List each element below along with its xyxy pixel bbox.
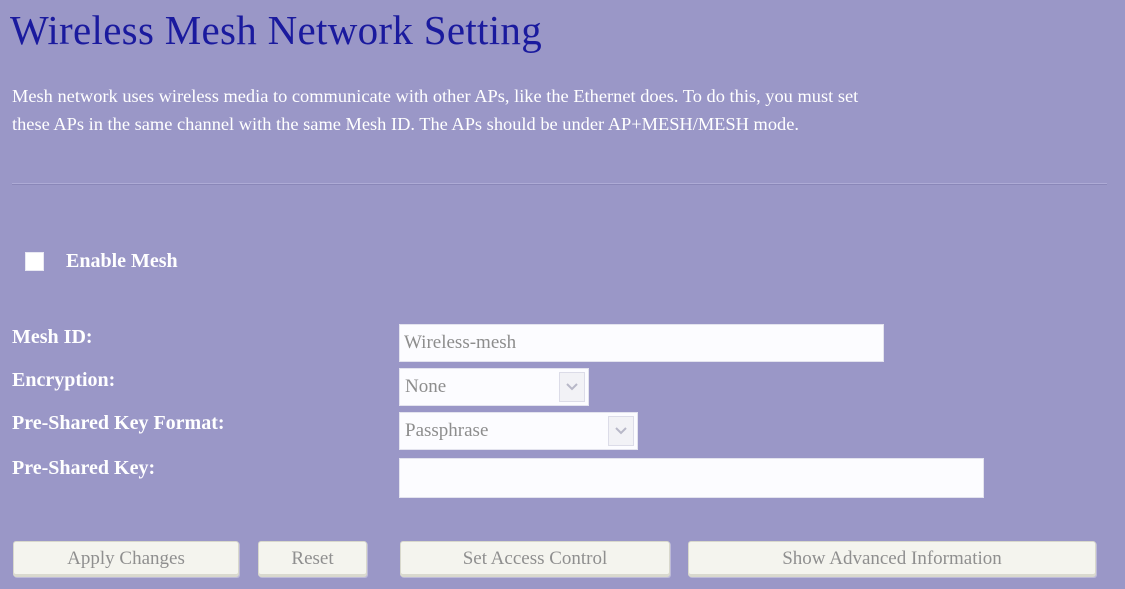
encryption-selected: None	[405, 376, 447, 397]
description-line-2: these APs in the same channel with the s…	[12, 114, 799, 134]
page-title: Wireless Mesh Network Setting	[10, 7, 542, 53]
enable-mesh-label: Enable Mesh	[66, 250, 178, 272]
enable-mesh-checkbox[interactable]	[25, 252, 44, 271]
mesh-id-label: Mesh ID:	[12, 326, 93, 348]
set-access-control-button[interactable]: Set Access Control	[400, 541, 670, 577]
psk-input[interactable]	[399, 458, 984, 498]
apply-changes-button[interactable]: Apply Changes	[13, 541, 239, 577]
reset-button[interactable]: Reset	[258, 541, 367, 577]
enable-mesh-row: Enable Mesh	[25, 250, 178, 273]
section-divider	[12, 183, 1107, 185]
page-description: Mesh network uses wireless media to comm…	[12, 82, 1122, 138]
encryption-select[interactable]: None	[399, 368, 589, 406]
chevron-down-icon[interactable]	[559, 372, 585, 402]
psk-format-selected: Passphrase	[405, 420, 489, 441]
psk-format-label: Pre-Shared Key Format:	[12, 412, 225, 434]
mesh-id-input[interactable]: Wireless-mesh	[399, 324, 884, 362]
mesh-id-value: Wireless-mesh	[404, 332, 517, 353]
chevron-down-icon[interactable]	[608, 416, 634, 446]
show-advanced-information-button[interactable]: Show Advanced Information	[688, 541, 1096, 577]
psk-label: Pre-Shared Key:	[12, 457, 156, 479]
description-line-1: Mesh network uses wireless media to comm…	[12, 86, 859, 106]
encryption-label: Encryption:	[12, 369, 116, 391]
psk-format-select[interactable]: Passphrase	[399, 412, 638, 450]
